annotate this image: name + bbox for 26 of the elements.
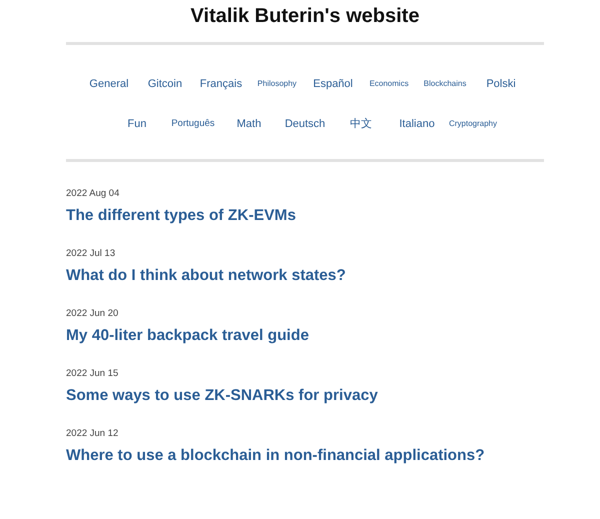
post-title-link[interactable]: The different types of ZK-EVMs [66, 207, 544, 225]
tag-link[interactable]: Math [221, 116, 277, 132]
tag-link[interactable]: Blockchains [417, 78, 473, 90]
tag-link[interactable]: Português [165, 116, 221, 132]
tag-link[interactable]: Gitcoin [137, 76, 193, 92]
post-date: 2022 Jun 20 [66, 308, 120, 319]
tag-link[interactable]: Cryptography [445, 118, 501, 130]
post-title-link[interactable]: My 40-liter backpack travel guide [66, 327, 544, 345]
post-date: 2022 Aug 04 [66, 188, 120, 199]
post-date: 2022 Jul 13 [66, 248, 116, 259]
tag-link[interactable]: Español [305, 76, 361, 92]
tag-link[interactable]: Français [193, 76, 249, 92]
tag-link[interactable]: Fun [109, 116, 165, 132]
tag-link[interactable]: General [81, 76, 137, 92]
post-title-link[interactable]: Where to use a blockchain in non-financial applications? [66, 447, 544, 465]
tag-link[interactable]: Economics [361, 78, 417, 90]
tag-link[interactable]: Italiano [389, 116, 445, 132]
post-title-link[interactable]: What do I think about network states? [66, 267, 544, 285]
post-title-link[interactable]: Some ways to use ZK-SNARKs for privacy [66, 387, 544, 405]
tag-link[interactable]: 中文 [333, 116, 389, 132]
tag-link[interactable]: Deutsch [277, 116, 333, 132]
site-title: Vitalik Buterin's website [190, 5, 420, 28]
tag-link[interactable]: Polski [473, 76, 529, 92]
post-date: 2022 Jun 12 [66, 428, 120, 439]
post-date: 2022 Jun 15 [66, 368, 120, 379]
tag-link[interactable]: Philosophy [249, 78, 305, 90]
